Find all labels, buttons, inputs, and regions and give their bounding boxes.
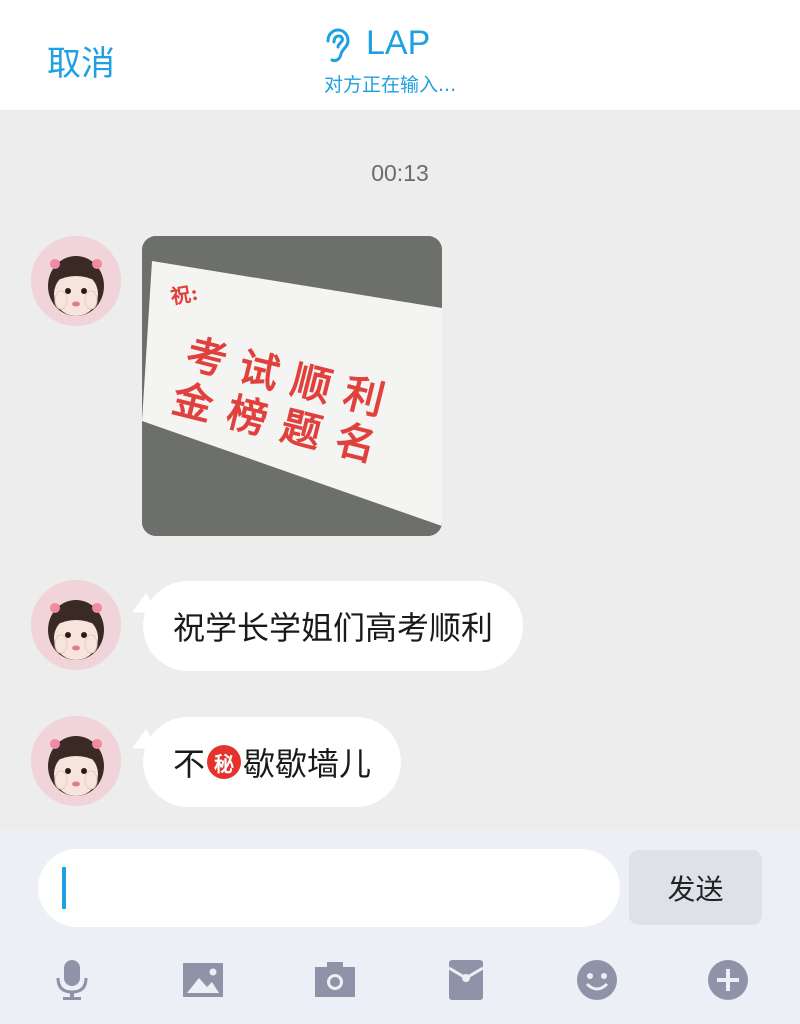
cancel-button[interactable]: 取消 (47, 36, 115, 85)
contact-name: LAP (366, 24, 431, 62)
camera-icon[interactable] (313, 958, 357, 1002)
chat-header: 取消 LAP 对方正在输入... (0, 0, 800, 110)
message-bubble[interactable]: 不 秘 歇歇墙儿 (143, 717, 402, 807)
message-text-end: 歇歇墙儿 (243, 745, 372, 783)
message-input[interactable] (38, 849, 620, 927)
composer-panel: 发送 (0, 830, 800, 1024)
secret-emoji-icon: 秘 (207, 745, 242, 779)
send-button[interactable]: 发送 (629, 850, 762, 925)
text-cursor (62, 867, 66, 909)
image-icon[interactable] (181, 958, 225, 1002)
emoji-icon[interactable] (575, 958, 619, 1002)
avatar[interactable] (31, 236, 121, 326)
typing-status: 对方正在输入... (324, 74, 457, 96)
microphone-icon[interactable] (50, 958, 94, 1002)
red-packet-icon[interactable] (444, 958, 488, 1002)
message-text-start: 不 (173, 745, 206, 783)
plus-icon[interactable] (706, 958, 750, 1002)
message-timestamp: 00:13 (371, 160, 429, 186)
image-message[interactable]: 祝: 考试顺利 金榜题名 (142, 236, 442, 536)
image-text-line-1: 祝: (169, 281, 200, 309)
ear-icon (322, 28, 352, 64)
message-text: 祝学长学姐们高考顺利 (173, 609, 494, 647)
contact-title-area[interactable]: LAP 对方正在输入... (322, 24, 542, 104)
avatar[interactable] (31, 716, 121, 806)
avatar[interactable] (31, 580, 121, 670)
message-bubble[interactable]: 祝学长学姐们高考顺利 (143, 581, 524, 671)
